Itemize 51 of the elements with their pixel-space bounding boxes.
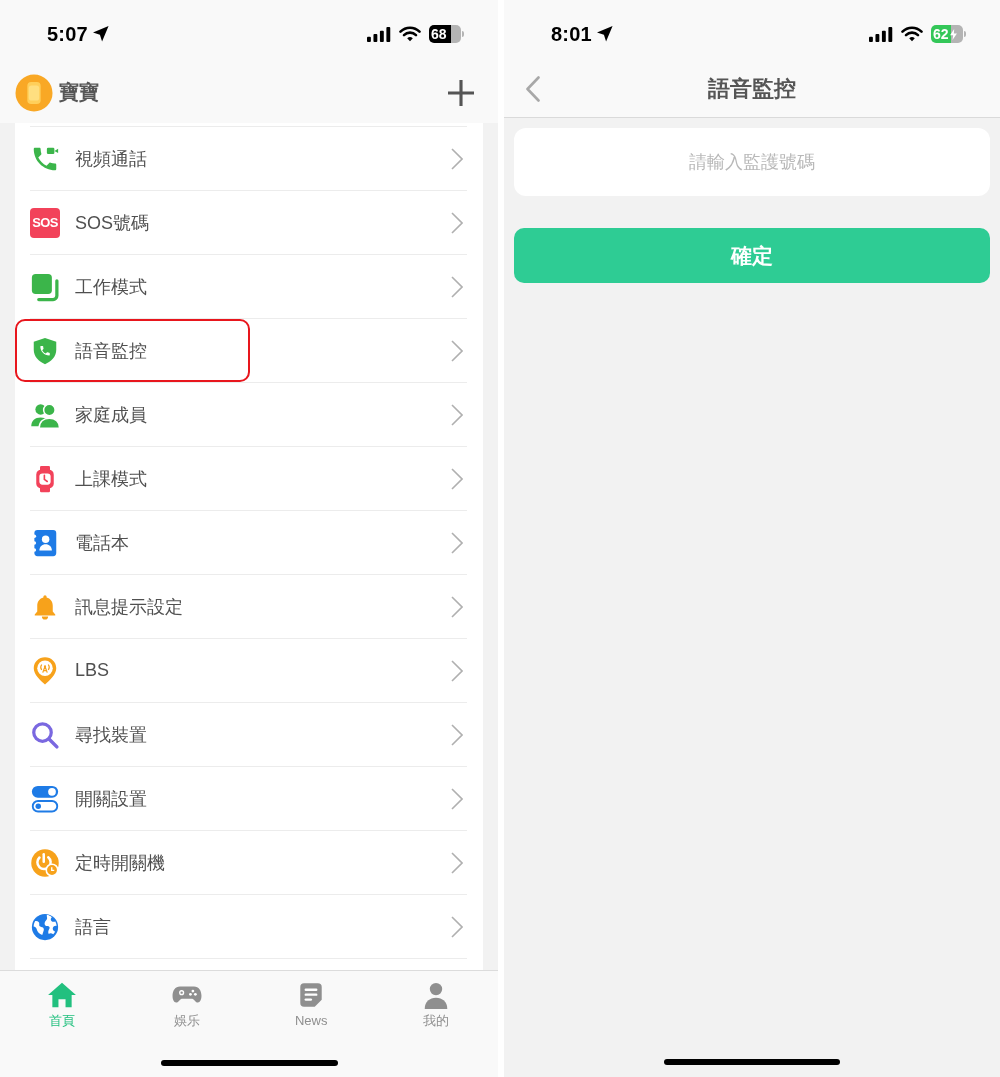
- menu-item[interactable]: 上課模式: [30, 446, 467, 510]
- globe-icon: [30, 911, 60, 942]
- page-title: 語音監控: [708, 74, 796, 103]
- watch-avatar-icon: [15, 73, 53, 112]
- wifi-icon: [901, 26, 923, 42]
- chevron-right-icon: [451, 595, 463, 618]
- chevron-right-icon: [451, 659, 463, 682]
- chevron-right-icon: [451, 467, 463, 490]
- menu-item[interactable]: 語音監控: [30, 318, 467, 382]
- chevron-right-icon: [451, 915, 463, 938]
- toggle-switch-icon: [30, 783, 60, 814]
- wifi-icon: [399, 26, 421, 42]
- squares-icon: [30, 271, 60, 302]
- menu-item[interactable]: 視頻通話: [30, 126, 467, 190]
- chevron-right-icon: [451, 211, 463, 234]
- plus-icon: [448, 79, 474, 106]
- menu-item[interactable]: 尋找裝置: [30, 702, 467, 766]
- bolt-icon: [949, 28, 957, 40]
- home-icon: [47, 980, 78, 1010]
- menu-item[interactable]: 電話本: [30, 510, 467, 574]
- menu-item[interactable]: SOS SOS號碼: [30, 190, 467, 254]
- status-time: 8:01: [551, 22, 592, 46]
- chevron-right-icon: [451, 339, 463, 362]
- menu-item[interactable]: 開關設置: [30, 766, 467, 830]
- sos-badge: SOS: [30, 207, 60, 238]
- menu-item[interactable]: 工作模式: [30, 254, 467, 318]
- chevron-right-icon: [451, 403, 463, 426]
- number-field[interactable]: 請輸入監護號碼: [514, 128, 990, 196]
- search-icon: [30, 719, 60, 750]
- power-clock-icon: [30, 847, 60, 878]
- device-name: 寶寶: [59, 80, 99, 105]
- status-time: 5:07: [47, 22, 88, 46]
- chevron-right-icon: [451, 531, 463, 554]
- battery-percent: 62: [933, 27, 949, 41]
- chevron-right-icon: [451, 147, 463, 170]
- chevron-right-icon: [451, 787, 463, 810]
- chevron-right-icon: [451, 275, 463, 298]
- chevron-right-icon: [451, 851, 463, 874]
- menu-item[interactable]: 語言: [30, 894, 467, 958]
- battery-percent: 68: [431, 27, 447, 41]
- back-icon: [526, 76, 540, 102]
- location-arrow-icon: [92, 26, 109, 42]
- menu-item[interactable]: 訊息提示設定: [30, 574, 467, 638]
- chevron-right-icon: [451, 723, 463, 746]
- menu-item[interactable]: 家庭成員: [30, 382, 467, 446]
- signal-icon: [869, 26, 893, 42]
- menu-item[interactable]: LBS: [30, 638, 467, 702]
- signal-icon: [367, 26, 391, 42]
- menu-item[interactable]: 定時開關機: [30, 830, 467, 894]
- location-arrow-icon: [596, 26, 613, 42]
- add-button[interactable]: [448, 79, 474, 106]
